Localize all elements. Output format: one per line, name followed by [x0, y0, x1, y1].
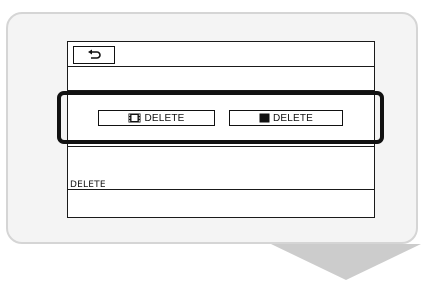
screen-divider-top	[68, 66, 374, 67]
screen-divider-lower	[68, 146, 374, 147]
screen-footer-label: DELETE	[70, 180, 106, 190]
return-arrow-icon	[88, 49, 101, 59]
film-icon	[128, 113, 141, 123]
delete-photos-button[interactable]: DELETE	[229, 110, 343, 126]
delete-movies-label: DELETE	[144, 112, 185, 124]
back-button[interactable]	[73, 46, 115, 64]
callout-pointer	[271, 244, 421, 280]
photo-icon	[259, 113, 270, 123]
delete-photos-label: DELETE	[272, 112, 314, 124]
screen-divider-bottom	[68, 189, 374, 190]
delete-movies-button[interactable]: DELETE	[98, 110, 215, 126]
screen-top-bar	[68, 42, 374, 66]
illustration-stage: DELETE DELETE DELETE	[0, 0, 428, 284]
